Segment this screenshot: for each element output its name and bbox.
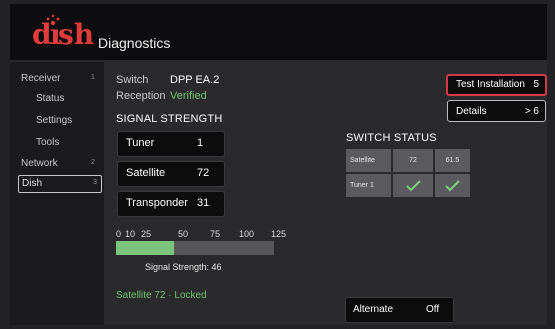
sidebar-item-status[interactable]: Status [36, 93, 64, 104]
satellite-value: 72 [197, 167, 210, 179]
satellite-name: Satellite 72 [116, 290, 166, 301]
signal-strength-title: SIGNAL STRENGTH [116, 113, 223, 125]
tuner-box: Tuner 1 [117, 131, 225, 157]
signal-scale: 0 10 25 50 75 100 125 [116, 229, 286, 241]
alternate-label: Alternate [353, 304, 394, 315]
header: d ı sh Diagnostics [10, 4, 547, 60]
sidebar-item-tools[interactable]: Tools [36, 137, 59, 148]
scale-tick: 50 [178, 229, 189, 239]
scale-tick: 25 [141, 229, 152, 239]
tuner-label: Tuner [126, 137, 155, 149]
sidebar-item-number: 3 [93, 179, 97, 186]
switch-cell-satellite: Satellite [346, 149, 391, 172]
switch-label: Switch [116, 74, 149, 86]
switch-cell-72: 72 [393, 149, 433, 172]
test-installation-label: Test Installation [456, 79, 525, 90]
alternate-toggle[interactable]: Alternate Off [345, 297, 454, 323]
reception-label: Reception [116, 90, 166, 102]
scale-tick: 0 [116, 229, 122, 239]
page-title: Diagnostics [98, 35, 171, 51]
svg-text:sh: sh [58, 18, 94, 51]
sidebar-item-network[interactable]: Network [21, 158, 58, 169]
signal-strength-bar-fill [116, 241, 174, 255]
transponder-value: 31 [197, 197, 210, 209]
sidebar-item-number: 2 [91, 159, 95, 166]
satellite-label: Satellite [126, 167, 166, 179]
satellite-lock-status: Satellite 72 · Locked [116, 290, 207, 301]
sidebar-item-receiver[interactable]: Receiver [21, 73, 60, 84]
scale-tick: 125 [271, 229, 287, 239]
svg-text:d: d [32, 18, 52, 51]
scale-tick: 75 [210, 229, 221, 239]
lock-state: Locked [174, 290, 207, 301]
signal-strength-label: Signal Strength: 46 [145, 262, 222, 272]
satellite-box: Satellite 72 [117, 161, 225, 187]
transponder-label: Transponder [126, 197, 188, 209]
details-button[interactable]: Details > 6 [447, 100, 546, 122]
switch-cell-tuner1: Tuner 1 [346, 174, 391, 197]
switch-value: DPP EA.2 [170, 74, 220, 86]
test-installation-button[interactable]: Test Installation 5 [446, 74, 547, 96]
signal-strength-bar [116, 241, 274, 255]
scale-tick: 100 [239, 229, 255, 239]
scale-tick: 10 [125, 229, 136, 239]
reception-value: Verified [170, 90, 207, 102]
sidebar-item-dish[interactable]: Dish 3 [18, 175, 102, 193]
check-icon [435, 174, 470, 197]
separator: · [168, 290, 172, 301]
test-installation-value: 5 [533, 79, 539, 90]
transponder-box: Transponder 31 [117, 191, 225, 217]
switch-cell-61-5: 61.5 [435, 149, 470, 172]
details-value: > 6 [524, 106, 539, 117]
switch-status-title: SWITCH STATUS [346, 132, 437, 144]
sidebar-item-number: 1 [91, 74, 95, 81]
sidebar-item-settings[interactable]: Settings [36, 115, 72, 126]
check-icon [393, 174, 433, 197]
diagnostics-screen: d ı sh Diagnostics Receiver 1 Status Set… [10, 4, 547, 325]
details-label: Details [456, 106, 487, 117]
tuner-value: 1 [197, 137, 204, 149]
alternate-value: Off [426, 304, 440, 315]
sidebar: Receiver 1 Status Settings Tools Network… [10, 62, 104, 325]
sidebar-item-label: Dish [22, 178, 43, 189]
